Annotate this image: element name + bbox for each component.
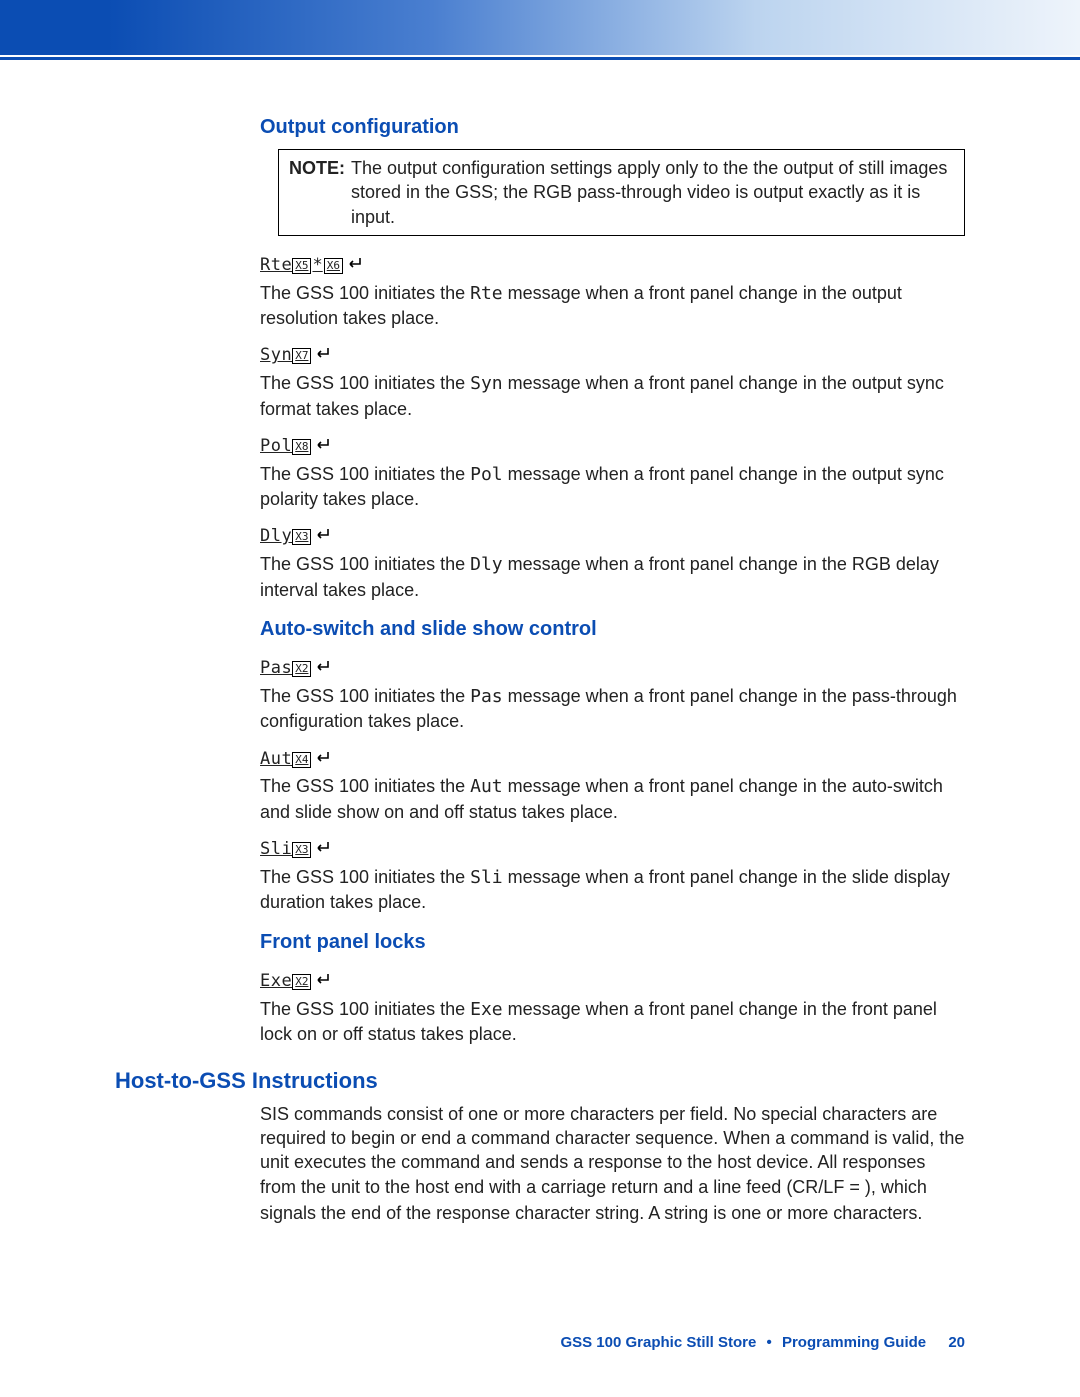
- enter-icon: [313, 972, 331, 986]
- command-description: The GSS 100 initiates the Exe message wh…: [260, 997, 965, 1047]
- desc-code: Syn: [470, 373, 503, 394]
- heading-auto-switch: Auto-switch and slide show control: [260, 616, 965, 643]
- command-description: The GSS 100 initiates the Sli message wh…: [260, 865, 965, 915]
- command-list-auto: PasX2The GSS 100 initiates the Pas messa…: [260, 657, 965, 915]
- command-description: The GSS 100 initiates the Dly message wh…: [260, 552, 965, 602]
- note-label: NOTE:: [289, 158, 345, 178]
- desc-part1: The GSS 100 initiates the: [260, 373, 470, 393]
- enter-icon: [313, 840, 331, 854]
- command-name: Pol: [260, 435, 292, 458]
- param-box: X2: [292, 974, 311, 990]
- note-box: NOTE: The output configuration settings …: [278, 149, 965, 236]
- desc-part1: The GSS 100 initiates the: [260, 283, 470, 303]
- enter-icon: [313, 659, 331, 673]
- desc-code: Aut: [470, 776, 503, 797]
- footer-separator: •: [767, 1334, 772, 1351]
- desc-code: Pol: [470, 464, 503, 485]
- section-output-config: Output configuration NOTE: The output co…: [260, 114, 965, 602]
- command-description: The GSS 100 initiates the Rte message wh…: [260, 281, 965, 331]
- desc-code: Dly: [470, 554, 503, 575]
- footer-doc: GSS 100 Graphic Still Store: [560, 1334, 756, 1351]
- command-line: ExeX2: [260, 970, 965, 993]
- param-box: X2: [292, 661, 311, 677]
- desc-part1: The GSS 100 initiates the: [260, 867, 470, 887]
- page: Output configuration NOTE: The output co…: [0, 0, 1080, 1397]
- desc-code: Rte: [470, 283, 503, 304]
- param-box: X7: [292, 348, 311, 364]
- command-name: Dly: [260, 525, 292, 548]
- section-auto-switch: Auto-switch and slide show control PasX2…: [260, 616, 965, 915]
- command-name: Rte: [260, 254, 292, 277]
- page-footer: GSS 100 Graphic Still Store • Programmin…: [560, 1334, 965, 1351]
- command-line: RteX5*X6: [260, 254, 965, 277]
- command-list-panel: ExeX2The GSS 100 initiates the Exe messa…: [260, 970, 965, 1047]
- command-line: PasX2: [260, 657, 965, 680]
- section-front-panel: Front panel locks ExeX2The GSS 100 initi…: [260, 929, 965, 1047]
- desc-part1: The GSS 100 initiates the: [260, 464, 470, 484]
- command-description: The GSS 100 initiates the Aut message wh…: [260, 774, 965, 824]
- command-line: SliX3: [260, 838, 965, 861]
- enter-icon: [313, 346, 331, 360]
- note-body: The output configuration settings apply …: [351, 156, 954, 229]
- command-list-output: RteX5*X6The GSS 100 initiates the Rte me…: [260, 254, 965, 602]
- desc-code: Exe: [470, 999, 503, 1020]
- desc-part1: The GSS 100 initiates the: [260, 999, 470, 1019]
- enter-icon: [313, 750, 331, 764]
- command-name: Pas: [260, 657, 292, 680]
- desc-part1: The GSS 100 initiates the: [260, 554, 470, 574]
- command-name: Exe: [260, 970, 292, 993]
- command-line: DlyX3: [260, 525, 965, 548]
- param-box: X4: [292, 752, 311, 768]
- host-to-gss-para: SIS commands consist of one or more char…: [260, 1102, 965, 1225]
- param-box: X3: [292, 529, 311, 545]
- content-area: Output configuration NOTE: The output co…: [0, 60, 1080, 1225]
- command-name: Syn: [260, 344, 292, 367]
- heading-host-to-gss: Host-to-GSS Instructions: [115, 1066, 965, 1096]
- command-name: Sli: [260, 838, 292, 861]
- command-line: SynX7: [260, 344, 965, 367]
- command-line: PolX8: [260, 435, 965, 458]
- section-host-to-gss: Host-to-GSS Instructions SIS commands co…: [115, 1066, 965, 1225]
- enter-icon: [313, 527, 331, 541]
- heading-front-panel: Front panel locks: [260, 929, 965, 956]
- desc-code: Pas: [470, 686, 503, 707]
- desc-part1: The GSS 100 initiates the: [260, 686, 470, 706]
- command-description: The GSS 100 initiates the Syn message wh…: [260, 371, 965, 421]
- desc-code: Sli: [470, 867, 503, 888]
- para-part-a: SIS commands consist of one or more char…: [260, 1104, 964, 1197]
- param-box: X8: [292, 439, 311, 455]
- footer-section: Programming Guide: [782, 1334, 926, 1351]
- footer-page-number: 20: [948, 1334, 965, 1351]
- param-box: X3: [292, 842, 311, 858]
- command-line: AutX4: [260, 748, 965, 771]
- param-joiner: *: [312, 254, 322, 277]
- param-box: X6: [324, 258, 343, 274]
- param-box: X5: [292, 258, 311, 274]
- enter-icon: [345, 256, 363, 270]
- heading-output-config: Output configuration: [260, 114, 965, 141]
- desc-part1: The GSS 100 initiates the: [260, 776, 470, 796]
- command-description: The GSS 100 initiates the Pas message wh…: [260, 684, 965, 734]
- header-gradient-bar: [0, 0, 1080, 55]
- command-name: Aut: [260, 748, 292, 771]
- enter-icon: [313, 437, 331, 451]
- command-description: The GSS 100 initiates the Pol message wh…: [260, 462, 965, 512]
